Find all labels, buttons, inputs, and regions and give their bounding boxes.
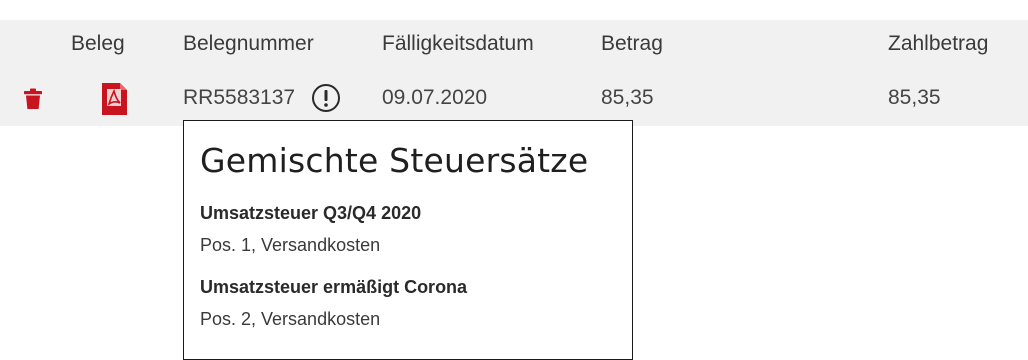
table-row: RR5583137 09.07.2020 85,35 85,35 (0, 70, 1028, 126)
cell-zahlbetrag: 85,35 (888, 86, 941, 109)
pdf-icon[interactable] (96, 82, 132, 116)
popover-title: Gemischte Steuersätze (200, 141, 589, 180)
popover-entry-text: Pos. 1, Versandkosten (200, 235, 381, 255)
cell-faelligkeitsdatum: 09.07.2020 (382, 86, 488, 109)
tax-rate-popover: Gemischte Steuersätze Umsatzsteuer Q3/Q4… (183, 120, 633, 360)
cell-betrag: 85,35 (601, 86, 654, 109)
exclamation-circle-icon[interactable] (311, 83, 341, 113)
cell-belegnummer: RR5583137 (183, 86, 296, 109)
header-betrag: Betrag (601, 32, 663, 55)
header-belegnummer: Belegnummer (183, 32, 314, 55)
popover-entry-heading: Umsatzsteuer Q3/Q4 2020 (200, 203, 422, 223)
table-header: Beleg Belegnummer Fälligkeitsdatum Betra… (0, 20, 1028, 70)
header-faelligkeitsdatum: Fälligkeitsdatum (382, 32, 534, 55)
popover-entry-text: Pos. 2, Versandkosten (200, 309, 381, 329)
popover-entry-heading: Umsatzsteuer ermäßigt Corona (200, 277, 468, 297)
header-beleg: Beleg (71, 32, 125, 55)
trash-icon[interactable] (23, 88, 43, 110)
header-zahlbetrag: Zahlbetrag (888, 32, 989, 55)
